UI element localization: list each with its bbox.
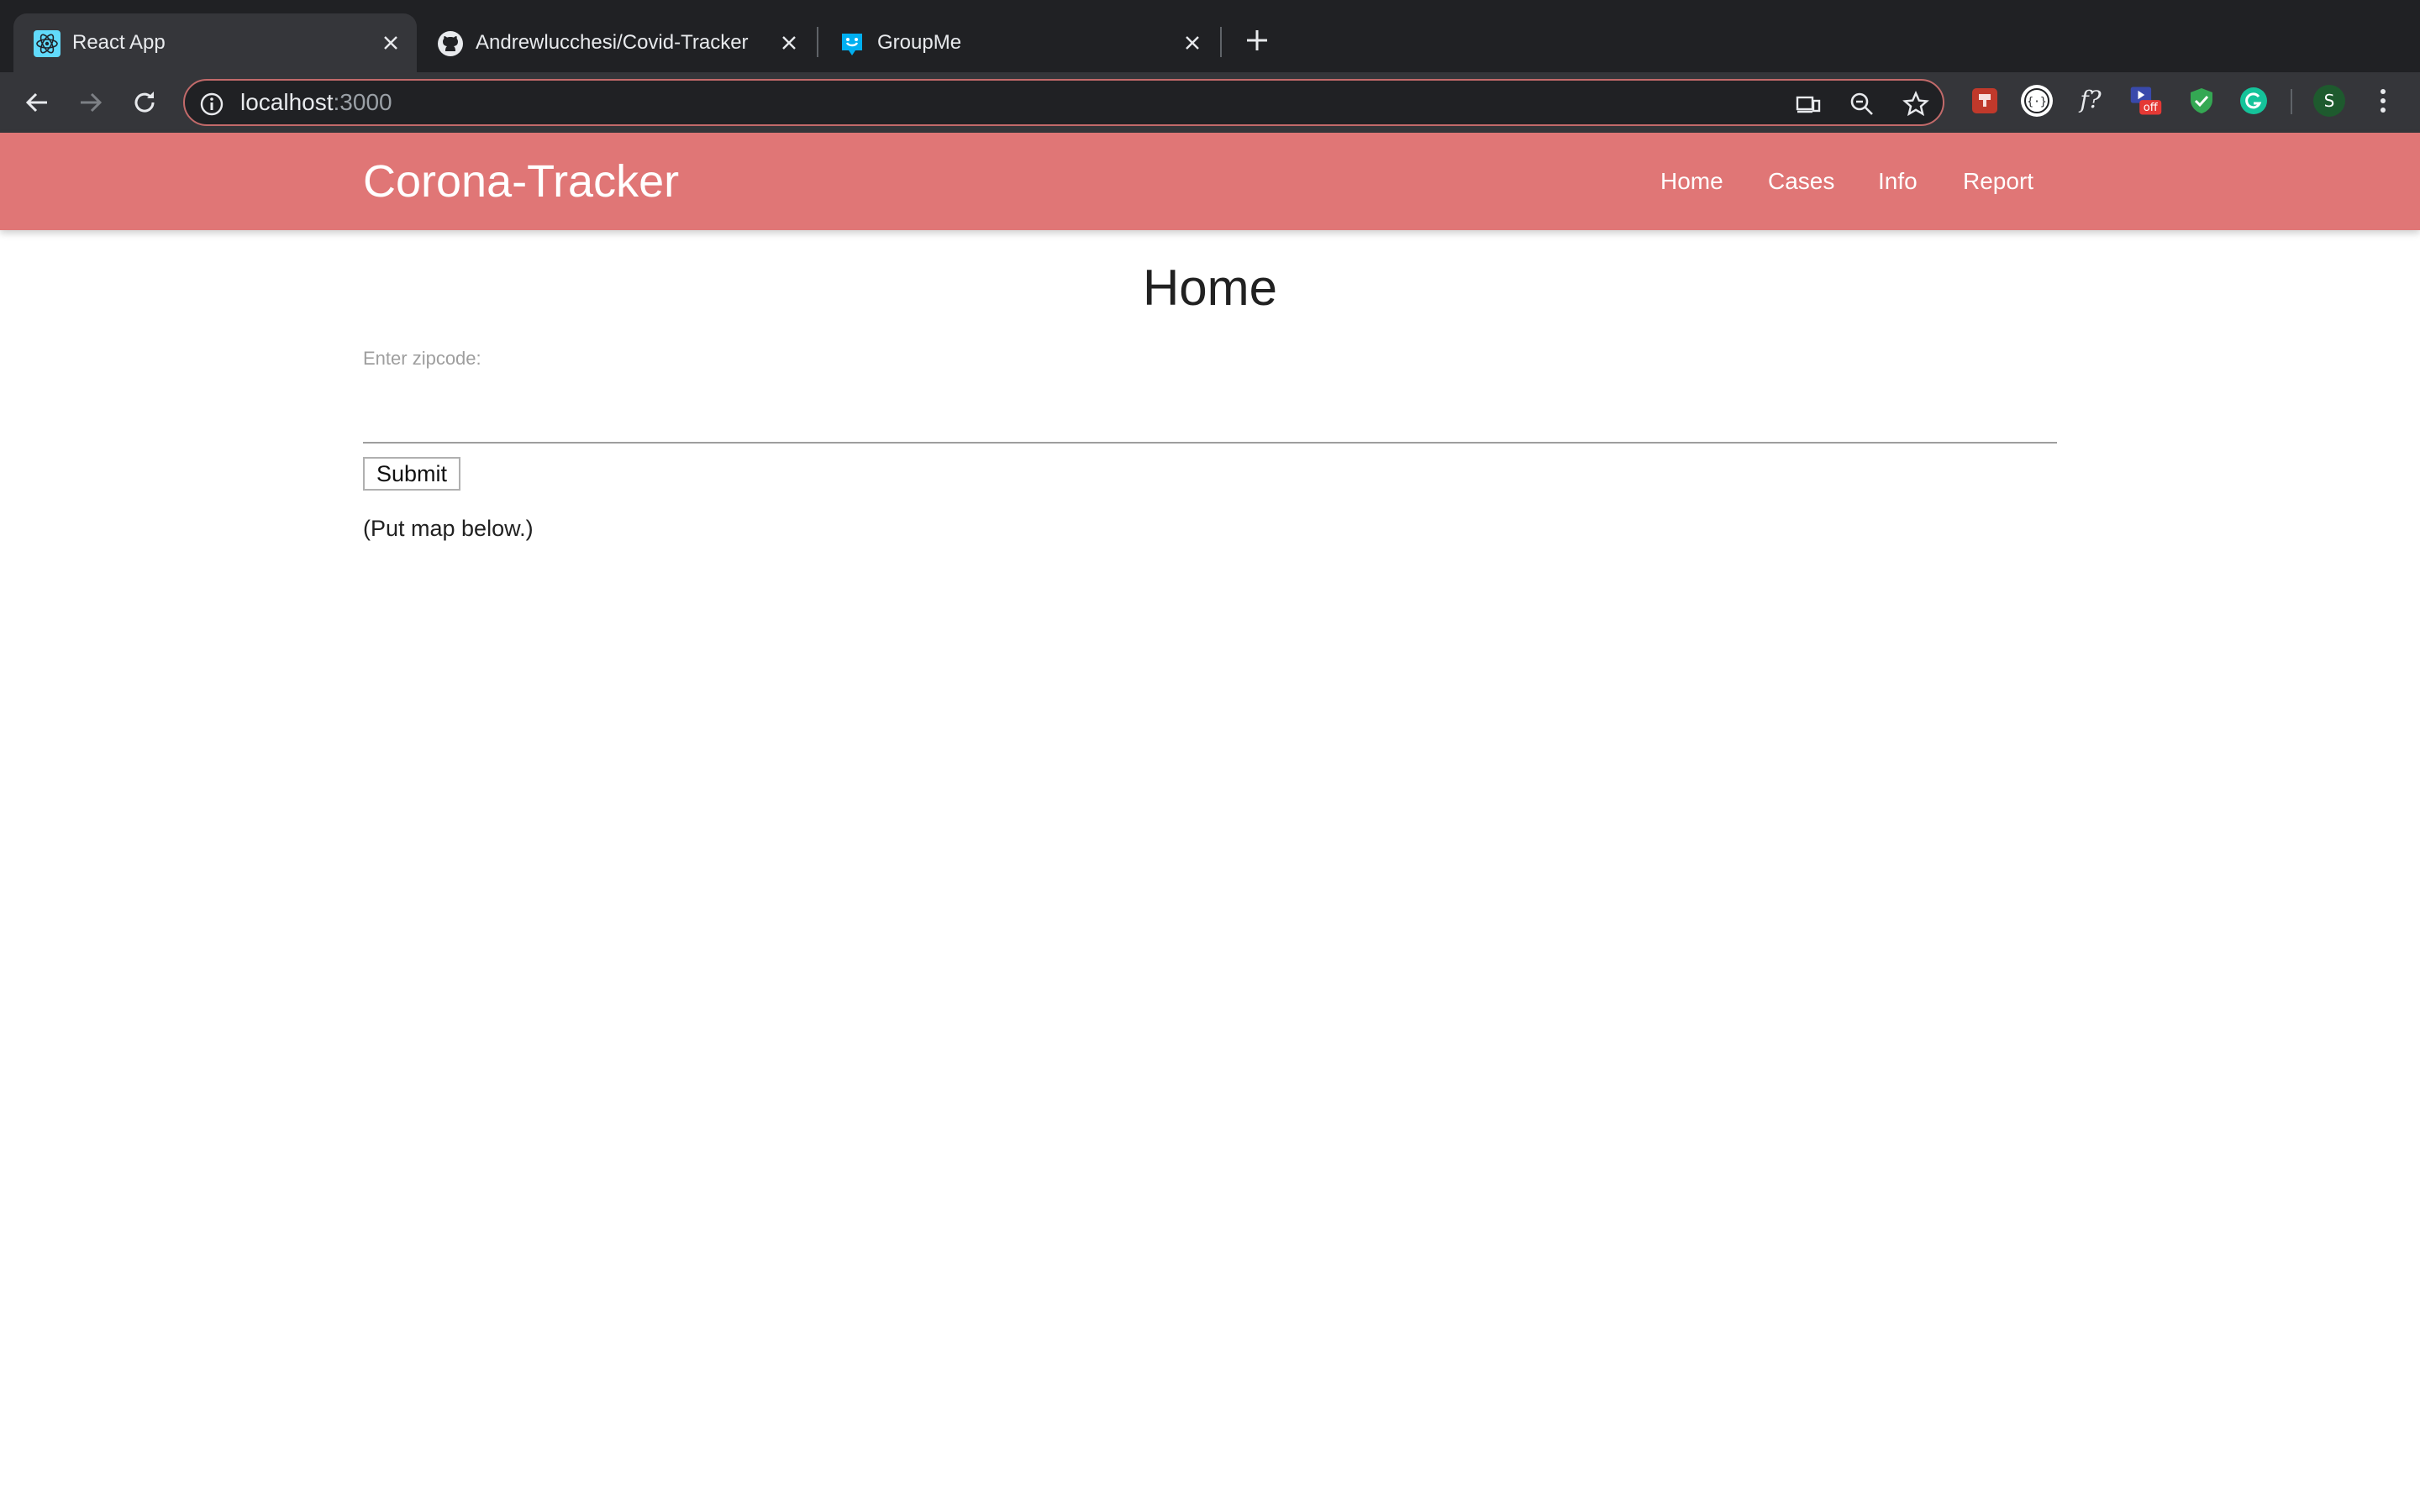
app-navbar: Corona-Tracker Home Cases Info Report [0,133,2420,230]
zipcode-label: Enter zipcode: [363,348,481,369]
tab-github[interactable]: Andrewlucchesi/Covid-Tracker [417,13,817,72]
close-icon[interactable] [378,30,403,55]
github-icon [437,30,464,57]
browser-toolbar: localhost:3000 [0,72,2420,133]
extension-code-icon[interactable]: {·} [2020,84,2054,118]
tab-separator [1220,27,1222,57]
svg-text:{·}: {·} [2027,96,2046,108]
url-host: localhost [240,89,334,115]
profile-avatar[interactable]: S [2312,84,2346,118]
browser-tab-strip: React App Andrewlucchesi/Covid-Tracker G… [0,0,2420,72]
cast-icon[interactable] [1793,89,1823,119]
zoom-icon[interactable] [1847,89,1877,119]
shield-icon[interactable] [2185,84,2218,118]
tab-react-app[interactable]: React App [13,13,417,72]
tab-groupme[interactable]: GroupMe [818,13,1220,72]
url-text: localhost:3000 [240,81,392,124]
extension-fx-label: f? [2078,86,2102,113]
groupme-icon [839,30,865,57]
extension-video-icon[interactable]: off [2129,84,2163,118]
url-port: :3000 [333,89,392,115]
reload-icon[interactable] [128,86,161,119]
react-icon [34,30,60,57]
forward-arrow-icon[interactable] [74,86,108,119]
nav-link-report[interactable]: Report [1963,133,2033,230]
grammarly-icon[interactable] [2237,84,2270,118]
tab-title: React App [72,31,166,54]
page-title: Home [1142,260,1278,316]
close-icon[interactable] [776,30,802,55]
brand-logo-text[interactable]: Corona-Tracker [363,133,679,230]
map-placeholder-note: (Put map below.) [363,516,534,541]
tab-title: GroupMe [877,31,962,54]
bookmark-star-icon[interactable] [1901,89,1931,119]
toolbar-divider [2291,89,2292,114]
info-icon[interactable] [197,89,227,119]
close-icon[interactable] [1180,30,1205,55]
new-tab-icon[interactable] [1242,25,1272,55]
submit-button[interactable]: Submit [363,457,460,491]
address-bar[interactable]: localhost:3000 [183,79,1944,126]
menu-kebab-icon[interactable] [2366,84,2400,118]
nav-link-home[interactable]: Home [1660,133,1723,230]
profile-initial: S [2324,91,2335,111]
extension-function-icon[interactable]: f? [2074,84,2107,118]
zipcode-input[interactable] [363,380,2057,444]
tab-title: Andrewlucchesi/Covid-Tracker [476,31,749,54]
nav-link-cases[interactable]: Cases [1768,133,1834,230]
extension-puzzle-icon[interactable] [1968,84,2002,118]
extension-badge: off [2144,102,2159,114]
back-arrow-icon[interactable] [20,86,54,119]
nav-link-info[interactable]: Info [1878,133,1918,230]
